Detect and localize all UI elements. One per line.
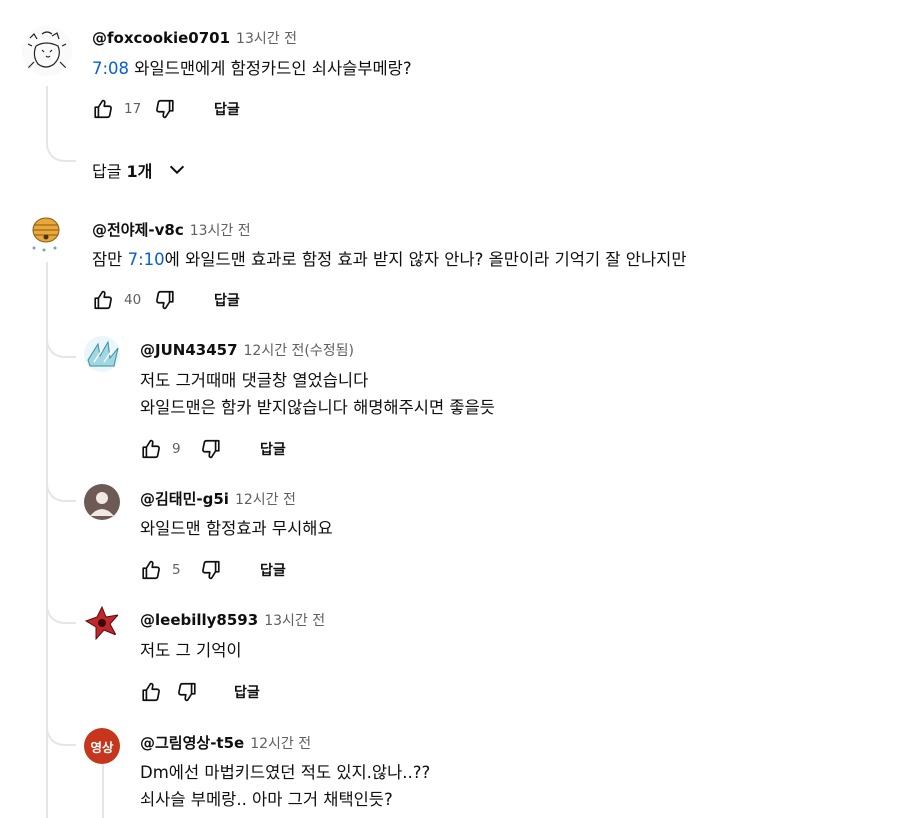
video-timestamp-link[interactable]: 7:10 (128, 250, 165, 269)
like-count: 17 (124, 101, 142, 117)
avatar[interactable] (84, 336, 120, 372)
reply-text-line-1: Dm에선 마법키드였던 적도 있지.않나..?? (140, 763, 431, 782)
author-handle[interactable]: @foxcookie0701 (92, 29, 230, 47)
avatar-initials: 영상 (90, 739, 114, 755)
beehive-avatar-icon (32, 217, 60, 252)
like-count: 40 (124, 292, 142, 308)
author-handle[interactable]: @그림영상-t5e (140, 734, 244, 752)
avatar[interactable]: 영상 (84, 728, 120, 764)
like-count: 5 (172, 562, 181, 578)
thread-line (102, 764, 104, 818)
reply-actions: 5 답글 (140, 558, 286, 582)
comment-actions: 40 답글 (92, 288, 240, 312)
show-replies-toggle[interactable]: 답글 1개 (92, 158, 188, 182)
like-icon[interactable] (140, 559, 162, 581)
avatar[interactable] (22, 26, 72, 76)
thread-curve (46, 334, 76, 358)
like-icon[interactable] (140, 681, 162, 703)
sketch-cat-avatar-icon (27, 31, 67, 69)
comment-time[interactable]: 12시간 전(수정됨) (244, 343, 354, 359)
reply-button[interactable]: 답글 (214, 99, 240, 119)
author-handle[interactable]: @전야제-v8c (92, 221, 184, 239)
reply-text-line-1: 저도 그 기억이 (140, 641, 242, 660)
thread-curve (46, 138, 76, 162)
ice-crystal-avatar-icon (87, 340, 119, 367)
reply-button[interactable]: 답글 (260, 439, 286, 459)
reply-author[interactable]: @김태민-g5i 12시간 전 (140, 488, 296, 509)
comment-time[interactable]: 12시간 전 (235, 492, 296, 508)
author-handle[interactable]: @leebilly8593 (140, 611, 258, 629)
reply-button[interactable]: 답글 (234, 682, 260, 702)
reply-button[interactable]: 답글 (260, 560, 286, 580)
user-avatar-icon (90, 492, 114, 516)
author-handle[interactable]: @JUN43457 (140, 341, 238, 359)
thread-curve (46, 600, 76, 624)
comment-time[interactable]: 12시간 전 (250, 736, 311, 752)
dislike-icon[interactable] (200, 559, 222, 581)
dislike-icon[interactable] (154, 289, 176, 311)
comment-text: 잠만 7:10에 와일드맨 효과로 함정 효과 받지 않자 안나? 올만이라 기… (92, 246, 687, 274)
dislike-icon[interactable] (176, 681, 198, 703)
comment-time[interactable]: 13시간 전 (264, 613, 325, 629)
reply-text-line-2: 와일드맨은 함카 받지않습니다 해명해주시면 좋을듯 (140, 398, 495, 417)
reply-text-line-1: 저도 그거때매 댓글창 열었습니다 (140, 371, 369, 390)
comment-body: 와일드맨에게 함정카드인 쇠사슬부메랑? (129, 59, 412, 78)
reply-author[interactable]: @leebilly8593 13시간 전 (140, 610, 325, 630)
replies-count[interactable]: 1개 (127, 158, 153, 182)
reply-actions: 답글 (140, 680, 260, 704)
avatar[interactable] (84, 605, 120, 641)
comment-author[interactable]: @전야제-v8c 13시간 전 (92, 219, 251, 240)
reply-text-line-2: 쇠사슬 부메랑.. 아마 그거 채택인듯? (140, 790, 393, 809)
reply-text-line-1: 와일드맨 함정효과 무시해요 (140, 519, 333, 538)
replies-toggle-label[interactable]: 답글 (92, 158, 127, 182)
like-icon[interactable] (92, 98, 114, 120)
author-handle[interactable]: @김태민-g5i (140, 490, 229, 508)
avatar[interactable] (84, 484, 120, 520)
thread-line (46, 86, 48, 138)
reply-author[interactable]: @JUN43457 12시간 전(수정됨) (140, 340, 354, 360)
comment-author[interactable]: @foxcookie0701 13시간 전 (92, 28, 297, 48)
video-timestamp-link[interactable]: 7:08 (92, 59, 129, 78)
like-icon[interactable] (140, 438, 162, 460)
reply-author[interactable]: @그림영상-t5e 12시간 전 (140, 732, 311, 753)
comment-body-prefix: 잠만 (92, 250, 128, 269)
comment-actions: 17 답글 (92, 97, 240, 121)
comment-time[interactable]: 13시간 전 (190, 223, 251, 239)
reply-button[interactable]: 답글 (214, 290, 240, 310)
avatar[interactable] (24, 210, 68, 254)
dislike-icon[interactable] (200, 438, 222, 460)
reply-actions: 9 답글 (140, 437, 286, 461)
chevron-down-icon[interactable] (166, 159, 188, 181)
star-emblem-avatar-icon (84, 605, 120, 641)
comment-text: 7:08 와일드맨에게 함정카드인 쇠사슬부메랑? (92, 55, 412, 83)
dislike-icon[interactable] (154, 98, 176, 120)
like-count: 9 (172, 441, 181, 457)
thread-curve (46, 478, 76, 502)
comment-body: 에 와일드맨 효과로 함정 효과 받지 않자 안나? 올만이라 기억기 잘 안나… (164, 250, 687, 269)
comment-time[interactable]: 13시간 전 (236, 31, 297, 47)
like-icon[interactable] (92, 289, 114, 311)
thread-curve (46, 722, 76, 746)
